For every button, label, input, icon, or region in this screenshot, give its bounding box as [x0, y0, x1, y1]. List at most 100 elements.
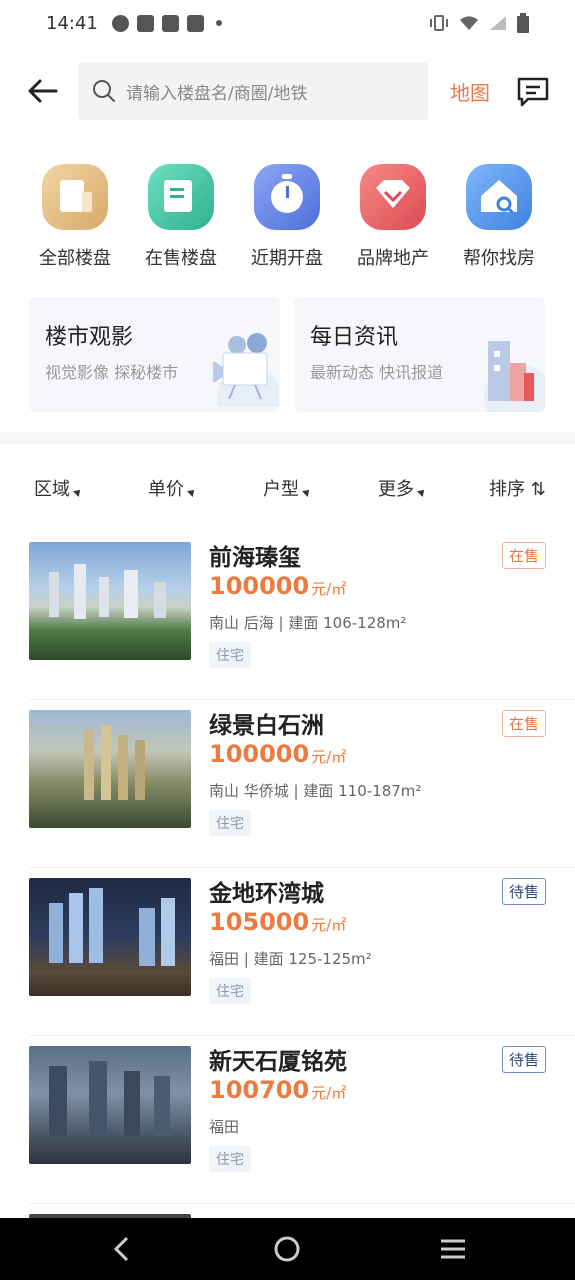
onsale-building-icon: [148, 164, 214, 230]
status-badge: 待售: [501, 878, 546, 905]
category-recent-open[interactable]: 近期开盘: [237, 164, 337, 270]
banner-title: 楼市观影: [45, 325, 134, 350]
price-unit: 元/㎡: [311, 580, 347, 598]
listing-item[interactable]: 绿景白石洲 在售 100000 元/㎡ 南山 华侨城 | 建面 110-187m²…: [29, 700, 575, 868]
listing-item[interactable]: 金地环湾城 待售 105000 元/㎡ 福田 | 建面 125-125m² 住宅: [29, 868, 575, 1036]
price-unit: 元/㎡: [311, 916, 347, 934]
nav-back-button[interactable]: [105, 1232, 139, 1266]
bag-icon: [161, 14, 179, 32]
banner-daily-news[interactable]: 每日资讯 最新动态 快讯报道: [294, 297, 545, 412]
listing-photo: [29, 542, 191, 660]
status-badge: 待售: [501, 1046, 546, 1073]
listing-type-tag: 住宅: [209, 1146, 251, 1172]
price-value: 105000: [209, 908, 310, 936]
header: 请输入楼盘名/商圈/地铁 地图: [0, 62, 575, 120]
listing-price: 100700 元/㎡: [209, 1076, 346, 1104]
listing-price: 100000 元/㎡: [209, 740, 346, 768]
search-icon: [93, 80, 115, 102]
filter-layout[interactable]: 户型: [263, 475, 312, 501]
status-bar: 14:41: [0, 0, 575, 46]
listing-type-tag: 住宅: [209, 642, 251, 668]
status-system-icons: [429, 13, 529, 33]
nav-home-button[interactable]: [270, 1232, 304, 1266]
filter-label: 排序 ⇅: [489, 479, 546, 500]
filter-area[interactable]: 区域: [34, 475, 83, 501]
dropdown-triangle-icon: [73, 487, 83, 497]
listing-photo: [29, 878, 191, 996]
category-label: 近期开盘: [251, 248, 323, 269]
system-nav-bar: [0, 1218, 575, 1280]
price-value: 100700: [209, 1076, 310, 1104]
nav-back-icon: [113, 1236, 129, 1262]
listing-price: 105000 元/㎡: [209, 908, 346, 936]
dot-icon: [215, 20, 222, 26]
house-search-icon: [466, 164, 532, 230]
back-button[interactable]: [26, 74, 60, 108]
message-button[interactable]: [516, 76, 550, 108]
nav-menu-icon: [441, 1239, 465, 1259]
wifi-icon: [460, 16, 478, 30]
price-unit: 元/㎡: [311, 748, 347, 766]
filter-label: 单价: [148, 479, 184, 500]
category-label: 帮你找房: [463, 248, 535, 269]
dropdown-triangle-icon: [187, 487, 197, 497]
diamond-icon: [360, 164, 426, 230]
battery-icon: [517, 13, 529, 33]
map-button[interactable]: 地图: [450, 77, 490, 106]
listing-photo: [29, 710, 191, 828]
listing-name: 前海瑧玺: [209, 545, 301, 571]
camera-icon: [213, 333, 279, 407]
banner-market-video[interactable]: 楼市观影 视觉影像 探秘楼市: [29, 297, 280, 412]
price-unit: 元/㎡: [311, 1084, 347, 1102]
listing-meta: 南山 后海 | 建面 106-128m²: [209, 614, 407, 632]
clock-icon: [254, 164, 320, 230]
building-icon: [42, 164, 108, 230]
category-all[interactable]: 全部楼盘: [25, 164, 125, 270]
banner-subtitle: 最新动态 快讯报道: [310, 363, 444, 382]
status-notification-icons: [111, 14, 222, 32]
status-badge: 在售: [501, 710, 546, 737]
category-brand[interactable]: 品牌地产: [343, 164, 443, 270]
signal-icon: [490, 16, 506, 30]
category-onsale[interactable]: 在售楼盘: [131, 164, 231, 270]
message-icon: [517, 77, 549, 107]
listing-name: 绿景白石洲: [209, 713, 324, 739]
filter-unit-price[interactable]: 单价: [148, 475, 197, 501]
dropdown-triangle-icon: [417, 487, 427, 497]
banner-subtitle: 视觉影像 探秘楼市: [45, 363, 179, 382]
section-divider: [0, 432, 575, 444]
filter-bar: 区域 单价 户型 更多 排序 ⇅: [0, 475, 575, 511]
bag-icon: [136, 14, 154, 32]
listing-item-partial[interactable]: [29, 1204, 575, 1218]
listing-name: 金地环湾城: [209, 881, 324, 907]
category-find-house[interactable]: 帮你找房: [449, 164, 549, 270]
filter-label: 更多: [378, 479, 414, 500]
listing-meta: 福田 | 建面 125-125m²: [209, 950, 372, 968]
status-time: 14:41: [46, 12, 98, 34]
category-label: 在售楼盘: [145, 248, 217, 269]
filter-more[interactable]: 更多: [378, 475, 427, 501]
listing-type-tag: 住宅: [209, 978, 251, 1004]
category-label: 品牌地产: [357, 248, 429, 269]
bag-icon: [186, 14, 204, 32]
banner-title: 每日资讯: [310, 325, 399, 350]
listing-item[interactable]: 新天石厦铭苑 待售 100700 元/㎡ 福田 住宅: [29, 1036, 575, 1204]
listing-meta: 南山 华侨城 | 建面 110-187m²: [209, 782, 422, 800]
listing-photo: [29, 1046, 191, 1164]
vibrate-icon: [430, 15, 448, 31]
filter-label: 区域: [34, 479, 70, 500]
price-value: 100000: [209, 740, 310, 768]
listing-price: 100000 元/㎡: [209, 572, 346, 600]
arrow-left-icon: [28, 79, 58, 103]
filter-sort[interactable]: 排序 ⇅: [489, 475, 546, 501]
buildings-icon: [484, 341, 545, 412]
price-value: 100000: [209, 572, 310, 600]
status-badge: 在售: [501, 542, 546, 569]
nav-menu-button[interactable]: [436, 1232, 470, 1266]
listing-item[interactable]: 前海瑧玺 在售 100000 元/㎡ 南山 后海 | 建面 106-128m² 住…: [29, 532, 575, 700]
listing-name: 新天石厦铭苑: [209, 1049, 347, 1075]
category-label: 全部楼盘: [39, 248, 111, 269]
filter-label: 户型: [263, 479, 299, 500]
search-input[interactable]: 请输入楼盘名/商圈/地铁: [78, 62, 428, 120]
listing-meta: 福田: [209, 1118, 240, 1136]
